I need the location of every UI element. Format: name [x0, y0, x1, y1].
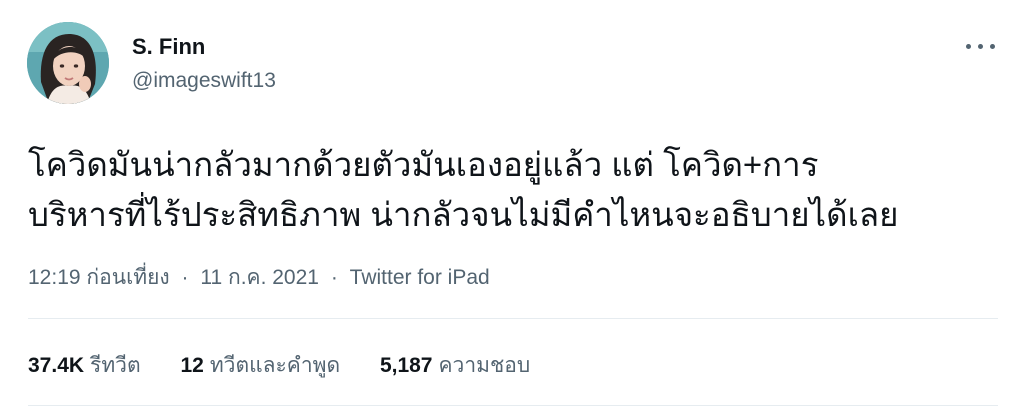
quotes-label: ทวีตและคำพูด	[209, 354, 341, 377]
more-dot	[978, 44, 983, 49]
tweet-text: โควิดมันน่ากลัวมากด้วยตัวมันเองอยู่แล้ว …	[28, 140, 998, 240]
tweet-meta: 12:19 ก่อนเที่ยง · 11 ก.ค. 2021 · Twitte…	[28, 261, 490, 294]
tweet-text-line: โควิดมันน่ากลัวมากด้วยตัวมันเองอยู่แล้ว …	[28, 146, 819, 183]
more-dot	[990, 44, 995, 49]
tweet-card: S. Finn @imageswift13 โควิดมันน่ากลัวมาก…	[0, 0, 1024, 413]
tweet-date[interactable]: 11 ก.ค. 2021	[200, 266, 319, 289]
quotes-count: 12	[180, 354, 204, 377]
tweet-time[interactable]: 12:19 ก่อนเที่ยง	[28, 266, 170, 289]
likes-stat[interactable]: 5,187 ความชอบ	[380, 349, 530, 382]
tweet-stats: 37.4K รีทวีต 12 ทวีตและคำพูด 5,187 ความชอบ	[28, 349, 564, 382]
tweet-source[interactable]: Twitter for iPad	[350, 266, 490, 289]
meta-separator: ·	[181, 266, 189, 289]
likes-label: ความชอบ	[438, 354, 531, 377]
likes-count: 5,187	[379, 354, 433, 377]
retweets-stat[interactable]: 37.4K รีทวีต	[28, 349, 141, 382]
user-display-name[interactable]: S. Finn	[132, 34, 205, 60]
retweets-label: รีทวีต	[90, 354, 141, 377]
user-handle[interactable]: @imageswift13	[132, 69, 276, 93]
divider	[28, 405, 998, 406]
retweets-count: 37.4K	[28, 354, 85, 377]
tweet-text-line: บริหารที่ไร้ประสิทธิภาพ น่ากลัวจนไม่มีคำ…	[28, 196, 899, 233]
more-options-icon[interactable]	[962, 34, 998, 58]
quotes-stat[interactable]: 12 ทวีตและคำพูด	[180, 349, 340, 382]
divider	[28, 318, 998, 319]
meta-separator: ·	[330, 266, 338, 289]
user-avatar[interactable]	[27, 22, 109, 104]
more-dot	[966, 44, 971, 49]
avatar-photo-icon	[27, 22, 109, 104]
